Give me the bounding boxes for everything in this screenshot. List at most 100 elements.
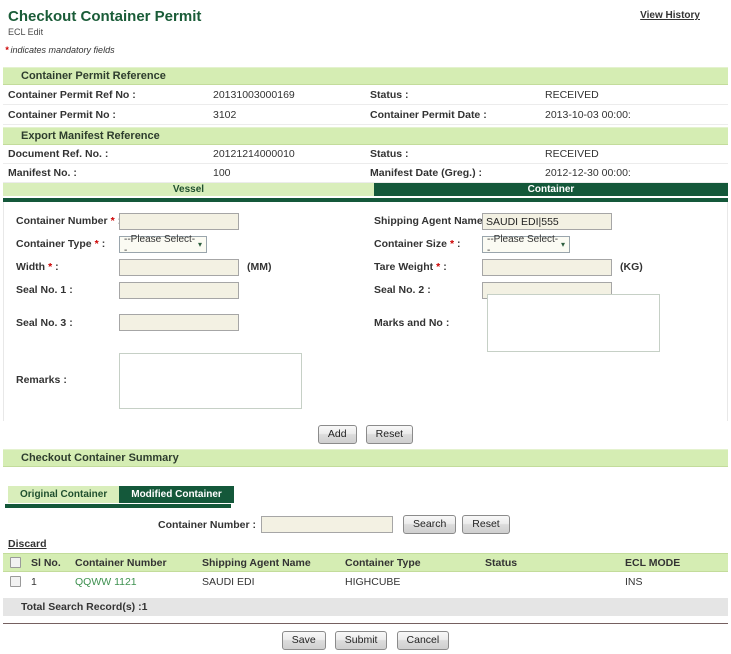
manifest-ref-row-2: Manifest No. : 100 Manifest Date (Greg.)… bbox=[3, 164, 728, 183]
search-container-number-input[interactable] bbox=[261, 516, 393, 533]
required-star: * bbox=[111, 215, 115, 227]
tab-modified-container[interactable]: Modified Container bbox=[119, 486, 234, 503]
tab-original-container[interactable]: Original Container bbox=[8, 486, 119, 503]
cell-status bbox=[485, 572, 625, 592]
permit-ref-row-2: Container Permit No : 3102 Container Per… bbox=[3, 105, 728, 125]
manifest-date-value: 2012-12-30 00:00: bbox=[545, 167, 728, 179]
vessel-container-tabs: Vessel Container bbox=[3, 183, 728, 196]
col-container-type: Container Type bbox=[345, 554, 485, 572]
manifest-date-label: Manifest Date (Greg.) : bbox=[370, 167, 545, 179]
tare-weight-input[interactable] bbox=[482, 259, 612, 276]
marks-and-no-label: Marks and No: bbox=[374, 317, 449, 329]
tab-vessel[interactable]: Vessel bbox=[3, 183, 374, 196]
permit-status-value: RECEIVED bbox=[545, 89, 728, 101]
container-number-input[interactable] bbox=[119, 213, 239, 230]
seal-no-3-label: Seal No. 3: bbox=[16, 317, 73, 329]
container-number-link[interactable]: QQWW 1121 bbox=[75, 576, 137, 588]
manifest-no-value: 100 bbox=[213, 167, 370, 179]
manifest-no-label: Manifest No. : bbox=[8, 167, 213, 179]
container-size-select[interactable]: --Please Select-- ▾ bbox=[482, 236, 570, 253]
manifest-status-value: RECEIVED bbox=[545, 148, 728, 160]
document-ref-no-value: 20121214000010 bbox=[213, 148, 370, 160]
table-row: 1 QQWW 1121 SAUDI EDI HIGHCUBE INS bbox=[3, 572, 728, 592]
chevron-down-icon: ▾ bbox=[198, 241, 202, 249]
section-checkout-container-summary: Checkout Container Summary bbox=[3, 449, 728, 467]
width-input[interactable] bbox=[119, 259, 239, 276]
select-all-checkbox[interactable] bbox=[10, 557, 21, 568]
container-type-label: Container Type*: bbox=[16, 238, 105, 250]
permit-ref-row-1: Container Permit Ref No : 20131003000169… bbox=[3, 85, 728, 105]
cell-sl-no: 1 bbox=[31, 572, 75, 592]
manifest-ref-row-1: Document Ref. No. : 20121214000010 Statu… bbox=[3, 145, 728, 164]
required-star: * bbox=[95, 238, 99, 250]
search-button[interactable]: Search bbox=[403, 515, 456, 534]
checkout-container-permit-page: Checkout Container Permit ECL Edit View … bbox=[0, 0, 731, 654]
col-status: Status bbox=[485, 554, 625, 572]
required-star: * bbox=[450, 238, 454, 250]
permit-ref-no-label: Container Permit Ref No : bbox=[8, 89, 213, 101]
form-actions: Add Reset bbox=[3, 425, 728, 444]
manifest-status-label: Status : bbox=[370, 148, 545, 160]
required-star: * bbox=[436, 261, 440, 273]
tab-container[interactable]: Container bbox=[374, 183, 728, 196]
summary-search-row: Container Number : Search Reset bbox=[3, 515, 728, 534]
container-type-select[interactable]: --Please Select-- ▾ bbox=[119, 236, 207, 253]
permit-no-value: 3102 bbox=[213, 109, 370, 121]
summary-tab-underbar bbox=[5, 504, 231, 508]
form-reset-button[interactable]: Reset bbox=[366, 425, 413, 444]
seal-no-3-input[interactable] bbox=[119, 314, 239, 331]
page-title: Checkout Container Permit bbox=[8, 8, 728, 26]
col-ecl-mode: ECL MODE bbox=[625, 554, 728, 572]
container-size-selected-value: --Please Select-- bbox=[487, 234, 561, 256]
chevron-down-icon: ▾ bbox=[561, 241, 565, 249]
discard-link[interactable]: Discard bbox=[8, 538, 47, 550]
total-records-text: Total Search Record(s) :1 bbox=[21, 601, 147, 613]
section-title: Container Permit Reference bbox=[21, 70, 166, 82]
permit-date-label: Container Permit Date : bbox=[370, 109, 545, 121]
seal-no-1-label: Seal No. 1: bbox=[16, 284, 73, 296]
marks-and-no-textarea[interactable] bbox=[487, 294, 660, 352]
mandatory-note: *indicates mandatory fields bbox=[5, 45, 728, 56]
shipping-agent-name-label: Shipping Agent Name*: bbox=[374, 215, 496, 227]
row-checkbox[interactable] bbox=[10, 576, 21, 587]
width-unit: (MM) bbox=[247, 261, 272, 273]
submit-button[interactable]: Submit bbox=[335, 631, 388, 650]
search-container-number-label: Container Number : bbox=[158, 519, 256, 531]
col-shipping-agent-name: Shipping Agent Name bbox=[202, 554, 345, 572]
bottom-divider bbox=[3, 623, 728, 624]
mandatory-note-text: indicates mandatory fields bbox=[11, 45, 115, 55]
section-export-manifest-reference: Export Manifest Reference bbox=[3, 127, 728, 145]
tare-weight-label: Tare Weight*: bbox=[374, 261, 447, 273]
footer-actions: Save Submit Cancel bbox=[3, 631, 728, 650]
search-reset-button[interactable]: Reset bbox=[462, 515, 509, 534]
remarks-textarea[interactable] bbox=[119, 353, 302, 409]
summary-table-header: Sl No. Container Number Shipping Agent N… bbox=[3, 554, 728, 572]
permit-status-label: Status : bbox=[370, 89, 545, 101]
summary-table: Sl No. Container Number Shipping Agent N… bbox=[3, 553, 728, 592]
section-title: Checkout Container Summary bbox=[21, 452, 179, 464]
remarks-label: Remarks: bbox=[16, 374, 67, 386]
col-sl-no: Sl No. bbox=[31, 554, 75, 572]
shipping-agent-name-input[interactable] bbox=[482, 213, 612, 230]
permit-no-label: Container Permit No : bbox=[8, 109, 213, 121]
width-label: Width*: bbox=[16, 261, 59, 273]
cancel-button[interactable]: Cancel bbox=[397, 631, 450, 650]
col-container-number: Container Number bbox=[75, 554, 202, 572]
container-type-selected-value: --Please Select-- bbox=[124, 234, 198, 256]
save-button[interactable]: Save bbox=[282, 631, 326, 650]
required-star: * bbox=[48, 261, 52, 273]
seal-no-1-input[interactable] bbox=[119, 282, 239, 299]
view-history-link[interactable]: View History bbox=[640, 10, 700, 21]
total-records-bar: Total Search Record(s) :1 bbox=[3, 598, 728, 616]
add-button[interactable]: Add bbox=[318, 425, 357, 444]
container-form: Container Number*: Shipping Agent Name*:… bbox=[3, 202, 728, 421]
cell-ecl-mode: INS bbox=[625, 572, 728, 592]
document-ref-no-label: Document Ref. No. : bbox=[8, 148, 213, 160]
page-subtitle: ECL Edit bbox=[8, 26, 728, 38]
permit-ref-no-value: 20131003000169 bbox=[213, 89, 370, 101]
seal-no-2-label: Seal No. 2: bbox=[374, 284, 431, 296]
container-number-label: Container Number*: bbox=[16, 215, 121, 227]
cell-container-type: HIGHCUBE bbox=[345, 572, 485, 592]
tare-weight-unit: (KG) bbox=[620, 261, 643, 273]
container-size-label: Container Size*: bbox=[374, 238, 461, 250]
